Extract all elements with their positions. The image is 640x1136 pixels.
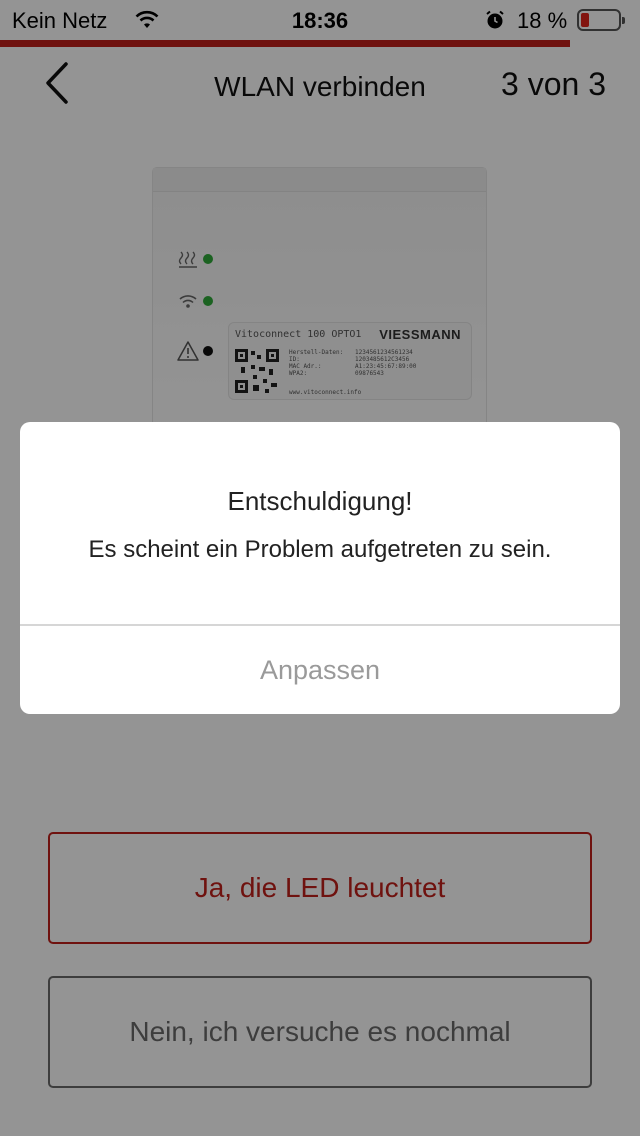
dialog-title: Entschuldigung!	[227, 486, 413, 516]
adjust-button[interactable]: Anpassen	[20, 626, 620, 714]
error-dialog: Entschuldigung! Es scheint ein Problem a…	[20, 422, 620, 714]
dialog-message: Es scheint ein Problem aufgetreten zu se…	[88, 536, 552, 563]
